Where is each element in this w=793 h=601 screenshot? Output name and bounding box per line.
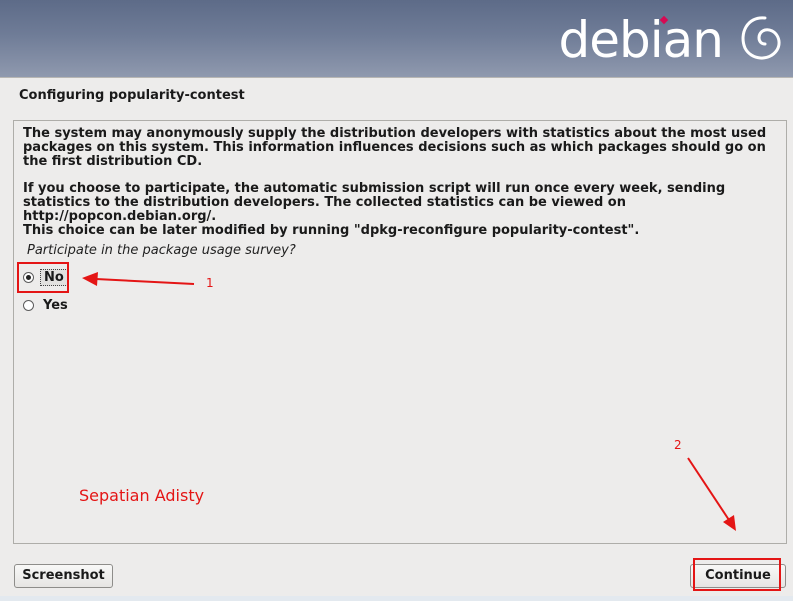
radio-unselected-icon[interactable]: [23, 299, 34, 311]
annotation-marker-1: 1: [206, 276, 214, 290]
survey-question: Participate in the package usage survey?: [27, 243, 296, 258]
annotation-author: Sepatian Adisty: [79, 486, 205, 505]
description-paragraph-2: If you choose to participate, the automa…: [23, 181, 726, 224]
annotation-box-no: [17, 262, 69, 293]
installer-window: debian Configuring popularity-contest Th…: [0, 0, 793, 601]
bottom-strip: [0, 596, 793, 601]
header-banner: debian: [0, 0, 793, 77]
annotation-box-continue: [693, 558, 781, 591]
annotation-marker-2: 2: [674, 438, 682, 452]
header-divider: [0, 77, 793, 78]
page-title: Configuring popularity-contest: [19, 88, 245, 103]
description-paragraph-3: This choice can be later modified by run…: [23, 223, 640, 238]
debian-wordmark: debian: [558, 11, 724, 69]
option-yes[interactable]: Yes: [23, 295, 71, 315]
debian-swirl-icon: [741, 16, 781, 60]
screenshot-button[interactable]: Screenshot: [14, 564, 113, 588]
description-paragraph-1: The system may anonymously supply the di…: [23, 126, 767, 169]
option-yes-label: Yes: [43, 297, 68, 313]
content-panel: The system may anonymously supply the di…: [13, 120, 787, 544]
